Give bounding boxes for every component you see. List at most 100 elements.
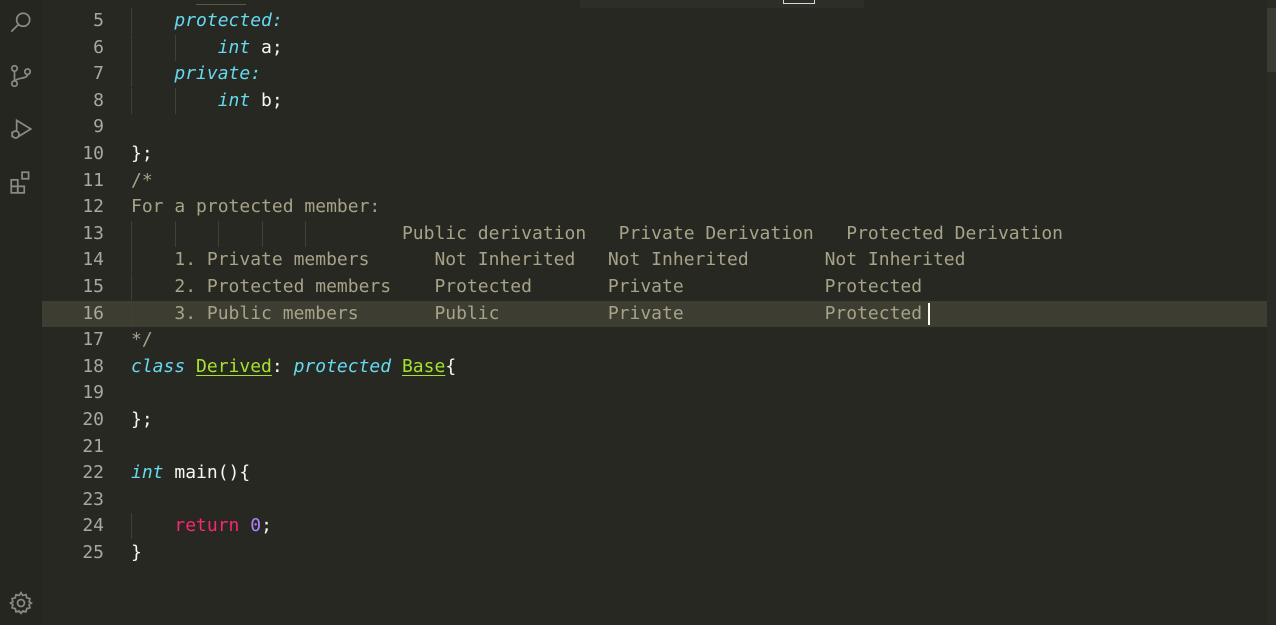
indent-guide xyxy=(261,220,263,247)
code-editor[interactable]: 5 protected: 6 int a; 7 private: 8 int b; 9 1… xyxy=(42,0,1276,625)
code-line-24[interactable]: 24 return 0; xyxy=(42,513,1267,540)
line-number: 10 xyxy=(82,143,104,164)
code-token: { xyxy=(445,355,457,377)
code-token: 0 xyxy=(250,515,262,537)
code-text: */ xyxy=(131,327,153,353)
code-line-7[interactable]: 7 private: xyxy=(42,61,1267,88)
code-text: Public derivation Private Derivation Pro… xyxy=(131,221,1063,247)
code-token: }; xyxy=(131,409,153,430)
code-text: }; xyxy=(131,141,153,167)
code-text: /* xyxy=(131,168,153,194)
code-token: class xyxy=(131,355,186,377)
code-line-19[interactable]: 19 xyxy=(42,380,1267,406)
code-token: 2. Protected members Protected Private P… xyxy=(174,276,923,297)
indent-guide xyxy=(131,247,132,274)
indent-guide xyxy=(131,513,132,540)
code-text: protected: xyxy=(131,8,283,34)
line-number: 17 xyxy=(82,329,104,351)
code-line-8[interactable]: 8 int b; xyxy=(42,87,1267,114)
code-token: 1. Private members Not Inherited Not Inh… xyxy=(174,249,966,271)
code-text: int main(){ xyxy=(131,460,250,486)
line-number: 16 xyxy=(82,302,104,324)
code-text: class Derived: protected Base{ xyxy=(131,354,456,380)
code-text: For a protected member: xyxy=(131,194,380,220)
settings-gear-icon[interactable] xyxy=(6,588,36,618)
code-line-10[interactable]: 10}; xyxy=(42,141,1267,167)
line-number: 15 xyxy=(82,276,104,297)
code-token: */ xyxy=(131,329,153,351)
code-line-12[interactable]: 12 For a protected member: xyxy=(42,194,1267,220)
indent-guide xyxy=(174,34,176,61)
run-debug-icon[interactable] xyxy=(6,114,36,144)
code-line-17[interactable]: 17 */ xyxy=(42,327,1267,353)
line-number: 18 xyxy=(82,355,104,377)
code-token: int xyxy=(131,462,164,484)
line-number: 8 xyxy=(93,89,104,111)
code-token: int xyxy=(217,89,251,111)
code-text: int a; xyxy=(131,35,283,61)
code-line-22[interactable]: 22 int main(){ xyxy=(42,460,1267,486)
code-line-6[interactable]: 6 int a; xyxy=(42,34,1267,61)
code-line-23[interactable]: 23 xyxy=(42,487,1267,513)
line-number: 25 xyxy=(82,542,104,563)
code-line-21[interactable]: 21 xyxy=(42,434,1267,460)
line-number: 20 xyxy=(82,409,104,430)
code-line-14[interactable]: 14 1. Private members Not Inherited Not … xyxy=(42,247,1267,274)
line-number: 12 xyxy=(82,196,104,218)
indent-guide xyxy=(131,87,132,114)
line-number: 7 xyxy=(93,63,104,85)
code-token: 3. Public members Public Private Protect… xyxy=(174,302,923,324)
code-token: protected: xyxy=(174,10,283,31)
extensions-icon[interactable] xyxy=(6,167,36,197)
code-line-25[interactable]: 25} xyxy=(42,540,1267,566)
line-number: 14 xyxy=(82,249,104,271)
code-token: Base xyxy=(401,355,446,377)
indent-guide xyxy=(131,300,132,327)
code-token: private: xyxy=(174,63,262,85)
scrollbar-thumb[interactable] xyxy=(1267,8,1276,72)
line-number: 9 xyxy=(93,116,104,138)
source-control-icon[interactable] xyxy=(6,61,36,91)
line-number: 22 xyxy=(82,462,104,484)
code-token: Public derivation Private Derivation Pro… xyxy=(401,222,1063,244)
code-text: 2. Protected members Protected Private P… xyxy=(131,274,922,300)
code-line-15[interactable]: 15 2. Protected members Protected Privat… xyxy=(42,274,1267,300)
code-token: b; xyxy=(250,89,283,111)
code-token: a; xyxy=(250,36,283,58)
line-4-fragment xyxy=(196,0,246,5)
code-text: int b; xyxy=(131,88,283,114)
text-cursor xyxy=(927,302,930,325)
search-icon[interactable] xyxy=(6,8,36,38)
indent-guide xyxy=(174,87,176,114)
code-line-16[interactable]: 16 3. Public members Public Private Prot… xyxy=(42,300,1267,327)
code-token: For a protected member: xyxy=(131,196,381,218)
indent-guide xyxy=(131,34,132,61)
code-line-9[interactable]: 9 xyxy=(42,114,1267,140)
indent-guide xyxy=(305,220,307,247)
code-line-5[interactable]: 5 protected: xyxy=(42,8,1267,34)
code-text: }; xyxy=(131,407,153,433)
vertical-scrollbar[interactable] xyxy=(1267,0,1276,625)
line-number: 21 xyxy=(82,435,104,457)
code-line-11[interactable]: 11 /* xyxy=(42,168,1267,194)
indent-guide xyxy=(131,220,132,247)
code-text: return 0; xyxy=(131,513,272,539)
indent-guide xyxy=(131,61,132,88)
code-text: } xyxy=(131,540,142,566)
code-token: : xyxy=(271,355,294,377)
line-number: 5 xyxy=(93,10,104,31)
code-line-20[interactable]: 20}; xyxy=(42,407,1267,433)
code-token: return xyxy=(174,515,240,537)
code-text: 1. Private members Not Inherited Not Inh… xyxy=(131,247,965,273)
code-token: main(){ xyxy=(163,462,251,484)
code-token: int xyxy=(217,36,251,58)
line-number: 11 xyxy=(82,169,104,191)
indent-guide xyxy=(131,274,132,300)
code-text: private: xyxy=(131,61,261,87)
code-line-13[interactable]: 13 Public derivation Private Derivation … xyxy=(42,220,1267,247)
code-line-18[interactable]: 18 class Derived: protected Base{ xyxy=(42,354,1267,380)
line-number: 19 xyxy=(82,382,104,404)
code-text: 3. Public members Public Private Protect… xyxy=(131,301,922,327)
